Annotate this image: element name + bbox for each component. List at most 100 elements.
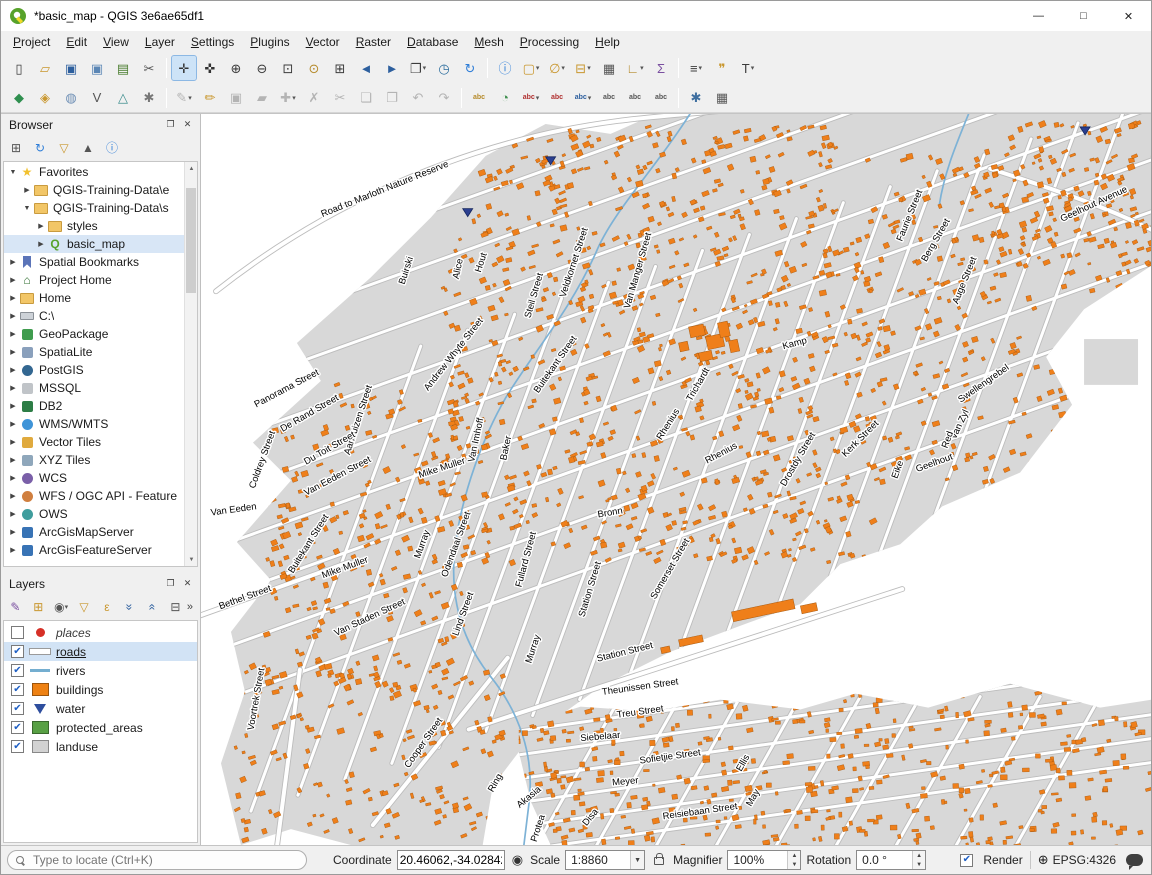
browser-item-db2[interactable]: ▶DB2: [4, 397, 184, 415]
filter-legend-button[interactable]: ▽: [74, 596, 95, 618]
new-project-button[interactable]: ▯: [7, 56, 31, 80]
browser-item-project-home[interactable]: ▶⌂Project Home: [4, 271, 184, 289]
chevron-right-icon[interactable]: ▶: [7, 348, 19, 356]
chevron-right-icon[interactable]: ▶: [7, 438, 19, 446]
chevron-right-icon[interactable]: ▶: [21, 186, 33, 194]
layer-item-places[interactable]: places: [4, 623, 197, 642]
manage-map-themes-button[interactable]: ◉▾: [51, 596, 72, 618]
scale-combo[interactable]: 1:8860 ▼: [565, 850, 645, 870]
zoom-in-button[interactable]: ⊕: [224, 56, 248, 80]
browser-item-qgis-training-data-s[interactable]: ▼QGIS-Training-Data\s: [4, 199, 184, 217]
menu-settings[interactable]: Settings: [183, 33, 242, 51]
filter-by-expression-button[interactable]: ε: [96, 596, 117, 618]
new-shapefile-layer-button[interactable]: ◈: [33, 86, 57, 110]
browser-item-vector-tiles[interactable]: ▶Vector Tiles: [4, 433, 184, 451]
scrollbar-thumb[interactable]: [186, 188, 196, 293]
chevron-down-icon[interactable]: ▾: [536, 64, 540, 72]
map-canvas[interactable]: Road to Marloth Nature ReserveBuirskiAli…: [201, 114, 1151, 845]
save-project-button[interactable]: ▣: [59, 56, 83, 80]
highlight-pinned-labels-button[interactable]: abc: [545, 86, 569, 110]
menu-raster[interactable]: Raster: [348, 33, 399, 51]
chevron-right-icon[interactable]: ▶: [7, 258, 19, 266]
collapse-all-button[interactable]: ▲: [77, 137, 99, 159]
chevron-right-icon[interactable]: ▶: [7, 402, 19, 410]
browser-item-wfs-ogc-api-feature[interactable]: ▶WFS / OGC API - Feature: [4, 487, 184, 505]
layer-checkbox[interactable]: ✔: [11, 740, 24, 753]
chevron-down-icon[interactable]: ▼: [630, 851, 644, 869]
layer-checkbox[interactable]: ✔: [11, 645, 24, 658]
lock-scale-icon[interactable]: [654, 857, 664, 865]
browser-item-qgis-training-data-e[interactable]: ▶QGIS-Training-Data\e: [4, 181, 184, 199]
chevron-right-icon[interactable]: ▶: [7, 312, 19, 320]
chevron-down-icon[interactable]: ▾: [423, 64, 427, 72]
browser-item-geopackage[interactable]: ▶GeoPackage: [4, 325, 184, 343]
refresh-button[interactable]: ↻: [458, 56, 482, 80]
zoom-to-layer-button[interactable]: ⊞: [328, 56, 352, 80]
layers-close-icon[interactable]: ✕: [179, 576, 196, 592]
browser-item-ows[interactable]: ▶OWS: [4, 505, 184, 523]
chevron-down-icon[interactable]: ▾: [751, 64, 755, 72]
chevron-right-icon[interactable]: ▶: [7, 276, 19, 284]
select-by-value-button[interactable]: ⊟▾: [571, 56, 595, 80]
browser-item-postgis[interactable]: ▶PostGIS: [4, 361, 184, 379]
chevron-down-icon[interactable]: ▾: [640, 64, 644, 72]
zoom-to-selection-button[interactable]: ⊙: [302, 56, 326, 80]
menu-edit[interactable]: Edit: [58, 33, 95, 51]
layer-item-buildings[interactable]: ✔buildings: [4, 680, 197, 699]
chevron-down-icon[interactable]: ▼: [21, 205, 33, 212]
locate-box[interactable]: [7, 850, 307, 870]
browser-float-icon[interactable]: ❐: [162, 117, 179, 133]
layer-item-water[interactable]: ✔water: [4, 699, 197, 718]
layer-item-landuse[interactable]: ✔landuse: [4, 737, 197, 756]
change-label-button[interactable]: abc: [649, 86, 673, 110]
chevron-down-icon[interactable]: ▾: [188, 94, 192, 102]
menu-processing[interactable]: Processing: [512, 33, 587, 51]
layer-diagram-options-button[interactable]: ◔: [493, 86, 517, 110]
crs-status[interactable]: ⊕ EPSG:4326: [1038, 852, 1116, 868]
measure-button[interactable]: ∟▾: [623, 56, 647, 80]
layer-item-protected-areas[interactable]: ✔protected_areas: [4, 718, 197, 737]
layer-item-roads[interactable]: ✔roads: [4, 642, 197, 661]
close-button[interactable]: ✕: [1106, 1, 1151, 31]
magnifier-spinbox[interactable]: 100% ▲▼: [727, 850, 801, 870]
layer-checkbox[interactable]: ✔: [11, 702, 24, 715]
layer-checkbox[interactable]: ✔: [11, 664, 24, 677]
rotate-label-button[interactable]: abc: [623, 86, 647, 110]
chevron-right-icon[interactable]: ▶: [7, 420, 19, 428]
chevron-right-icon[interactable]: ▶: [7, 474, 19, 482]
toggle-extents-icon[interactable]: ◉: [512, 852, 523, 868]
layer-item-rivers[interactable]: ✔rivers: [4, 661, 197, 680]
browser-item-spatial-bookmarks[interactable]: ▶Spatial Bookmarks: [4, 253, 184, 271]
layer-checkbox[interactable]: ✔: [11, 721, 24, 734]
browser-item-home[interactable]: ▶Home: [4, 289, 184, 307]
statistical-summary-button[interactable]: Σ: [649, 56, 673, 80]
new-map-view-button[interactable]: ❐▾: [406, 56, 430, 80]
layers-float-icon[interactable]: ❐: [162, 576, 179, 592]
chevron-right-icon[interactable]: ▶: [7, 384, 19, 392]
spin-up-icon[interactable]: ▲: [788, 851, 800, 860]
browser-item-xyz-tiles[interactable]: ▶XYZ Tiles: [4, 451, 184, 469]
collapse-all-layers-button[interactable]: «: [142, 596, 163, 618]
browser-item-styles[interactable]: ▶styles: [4, 217, 184, 235]
zoom-out-button[interactable]: ⊖: [250, 56, 274, 80]
expand-all-button[interactable]: »: [119, 596, 140, 618]
menu-database[interactable]: Database: [399, 33, 466, 51]
chevron-right-icon[interactable]: ▶: [7, 366, 19, 374]
chevron-right-icon[interactable]: ▶: [7, 546, 19, 554]
scroll-up-icon[interactable]: ▲: [185, 162, 198, 175]
browser-item-favorites[interactable]: ▼★Favorites: [4, 163, 184, 181]
map-tips-button[interactable]: ❞: [710, 56, 734, 80]
chevron-down-icon[interactable]: ▾: [588, 94, 592, 102]
chevron-right-icon[interactable]: ▶: [7, 528, 19, 536]
menu-help[interactable]: Help: [587, 33, 628, 51]
browser-properties-button[interactable]: ⓘ: [101, 137, 123, 159]
chevron-right-icon[interactable]: ▶: [7, 456, 19, 464]
chevron-right-icon[interactable]: ▶: [7, 330, 19, 338]
move-label-button[interactable]: abc: [597, 86, 621, 110]
log-messages-icon[interactable]: [1126, 854, 1143, 866]
layer-styling-button[interactable]: ✎: [5, 596, 26, 618]
new-print-layout-button[interactable]: ▤: [111, 56, 135, 80]
zoom-full-button[interactable]: ⊡: [276, 56, 300, 80]
pan-to-selection-button[interactable]: ✜: [198, 56, 222, 80]
pin-labels-button[interactable]: abc▾: [519, 86, 543, 110]
